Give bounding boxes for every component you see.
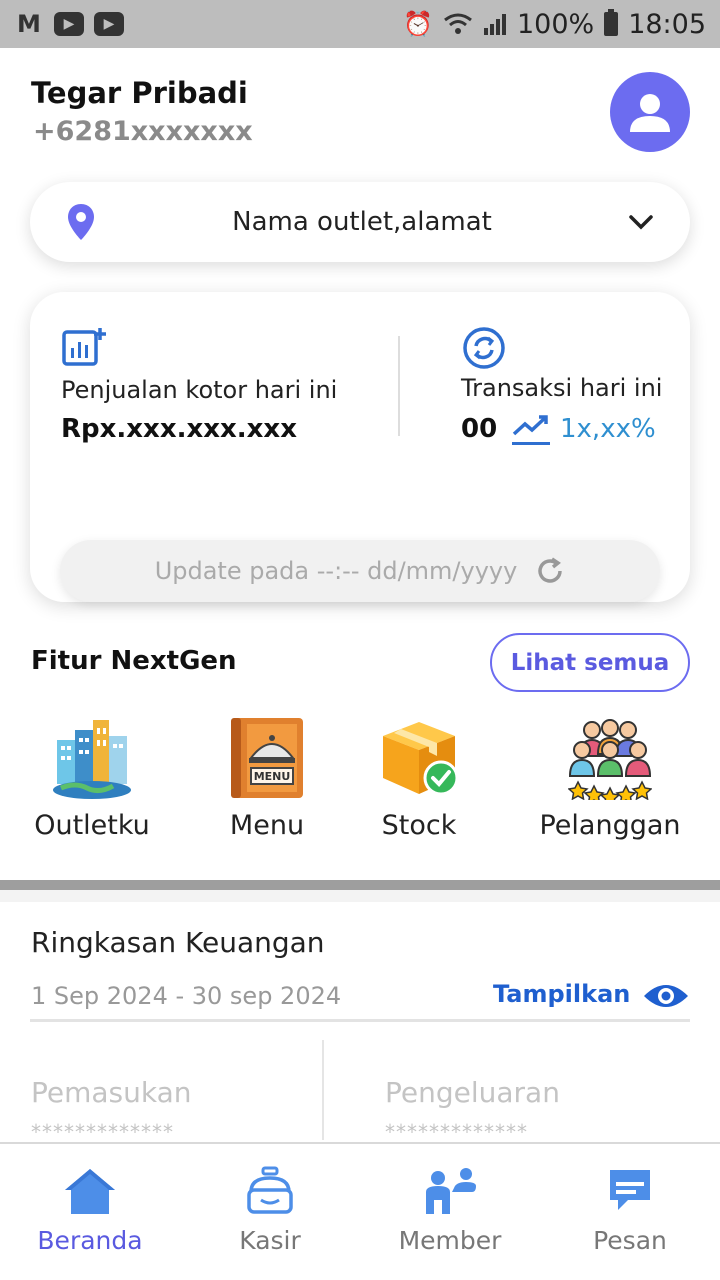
battery-percent: 100% bbox=[516, 8, 595, 40]
status-bar: M ▶ ▶ ⏰ 100% 18:05 bbox=[0, 0, 720, 48]
finance-period[interactable]: 1 Sep 2024 - 30 sep 2024 bbox=[31, 982, 341, 1010]
clock: 18:05 bbox=[628, 8, 706, 40]
svg-text:MENU: MENU bbox=[254, 770, 291, 783]
feature-menu[interactable]: MENU Menu bbox=[222, 716, 312, 841]
outlet-selector[interactable]: Nama outlet,alamat bbox=[30, 182, 690, 262]
user-icon bbox=[630, 94, 670, 132]
nav-beranda[interactable]: Beranda bbox=[0, 1144, 180, 1280]
section-divider bbox=[0, 880, 720, 890]
transactions-count: 00 bbox=[461, 414, 498, 444]
message-icon bbox=[610, 1170, 650, 1210]
transactions-growth: 1x,xx% bbox=[560, 414, 656, 444]
transactions-label: Transaksi hari ini bbox=[461, 374, 663, 402]
expense-label: Pengeluaran bbox=[385, 1076, 560, 1109]
finance-title: Ringkasan Keuangan bbox=[31, 926, 325, 959]
nav-label: Pesan bbox=[593, 1226, 667, 1255]
transaction-sync-icon bbox=[463, 327, 505, 369]
customers-icon bbox=[568, 719, 652, 800]
card-divider bbox=[398, 336, 400, 436]
city-buildings-icon bbox=[53, 720, 131, 799]
menu-book-icon: MENU bbox=[231, 718, 303, 798]
income-label: Pemasukan bbox=[31, 1076, 192, 1109]
nav-label: Beranda bbox=[37, 1226, 143, 1255]
section-gap bbox=[0, 890, 720, 902]
trending-up-icon bbox=[512, 415, 550, 445]
update-text: Update pada --:-- dd/mm/yyyy bbox=[154, 557, 518, 585]
avatar[interactable] bbox=[610, 72, 690, 152]
finance-column-divider bbox=[322, 1040, 324, 1140]
user-phone: +6281xxxxxxx bbox=[33, 116, 253, 147]
stock-box-icon bbox=[383, 722, 459, 796]
refresh-icon bbox=[538, 557, 563, 583]
summary-card: Penjualan kotor hari ini Rpx.xxx.xxx.xxx… bbox=[30, 292, 690, 602]
youtube-icon: ▶ bbox=[54, 12, 84, 36]
feature-outletku[interactable]: Outletku bbox=[30, 716, 154, 841]
feature-pelanggan[interactable]: Pelanggan bbox=[530, 716, 690, 841]
outlet-label: Nama outlet,alamat bbox=[232, 207, 492, 237]
update-refresh-bar[interactable]: Update pada --:-- dd/mm/yyyy bbox=[60, 540, 660, 602]
youtube-icon: ▶ bbox=[94, 12, 124, 36]
eye-icon[interactable] bbox=[642, 980, 690, 1012]
sales-chart-icon bbox=[62, 328, 106, 366]
battery-icon bbox=[604, 9, 619, 36]
feature-label: Pelanggan bbox=[539, 810, 681, 841]
chevron-down-icon bbox=[629, 215, 653, 230]
gmail-icon: M bbox=[17, 10, 41, 38]
nav-label: Member bbox=[398, 1226, 502, 1255]
wifi-icon bbox=[444, 13, 472, 34]
member-icon bbox=[426, 1168, 476, 1214]
cashier-icon bbox=[247, 1166, 293, 1214]
sales-label: Penjualan kotor hari ini bbox=[61, 376, 338, 404]
finance-underline bbox=[30, 1019, 690, 1022]
expense-value: ************* bbox=[385, 1120, 528, 1144]
income-value: ************* bbox=[31, 1120, 174, 1144]
nav-kasir[interactable]: Kasir bbox=[180, 1144, 360, 1280]
alarm-icon: ⏰ bbox=[403, 10, 433, 38]
features-title: Fitur NextGen bbox=[31, 646, 237, 676]
feature-label: Menu bbox=[229, 810, 305, 841]
location-pin-icon bbox=[68, 204, 94, 240]
see-all-button[interactable]: Lihat semua bbox=[490, 633, 690, 692]
feature-label: Outletku bbox=[34, 810, 150, 841]
feature-stock[interactable]: Stock bbox=[376, 716, 462, 841]
nav-label: Kasir bbox=[239, 1226, 301, 1255]
nav-member[interactable]: Member bbox=[360, 1144, 540, 1280]
sales-value: Rpx.xxx.xxx.xxx bbox=[61, 414, 297, 444]
feature-label: Stock bbox=[381, 810, 457, 841]
bottom-nav: Beranda Kasir Member Pesan bbox=[0, 1142, 720, 1280]
signal-icon bbox=[483, 14, 506, 35]
show-values-button[interactable]: Tampilkan bbox=[493, 980, 630, 1008]
nav-pesan[interactable]: Pesan bbox=[540, 1144, 720, 1280]
home-icon bbox=[65, 1169, 115, 1214]
user-name: Tegar Pribadi bbox=[31, 76, 248, 110]
